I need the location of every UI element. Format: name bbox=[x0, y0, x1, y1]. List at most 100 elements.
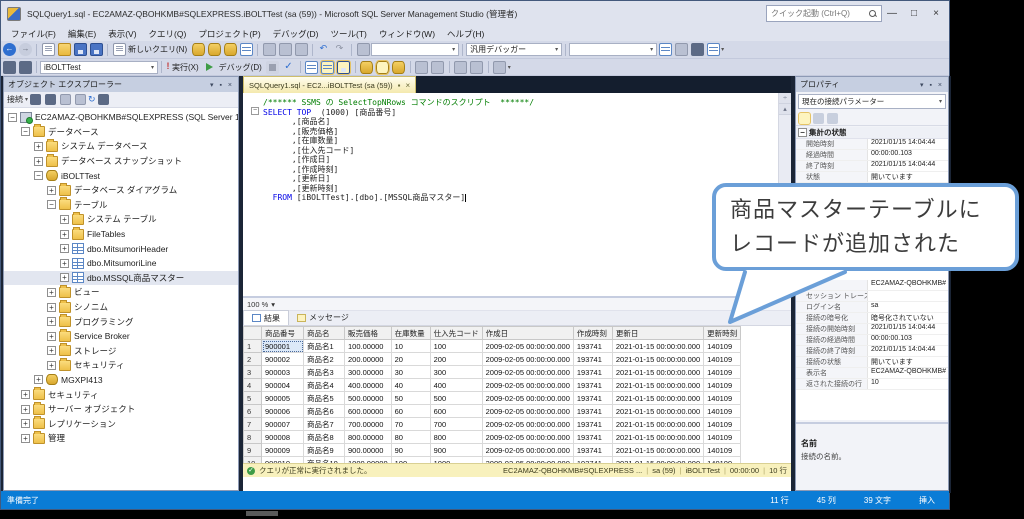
grid-cell[interactable]: 2021-01-15 00:00:00.000 bbox=[612, 444, 703, 457]
grid-cell[interactable]: 500.00000 bbox=[345, 392, 392, 405]
grid-cell[interactable]: 2021-01-15 00:00:00.000 bbox=[612, 418, 703, 431]
tree-expander-icon[interactable]: + bbox=[21, 419, 30, 428]
grid-row[interactable]: 7900007商品名7700.00000707002009-02-05 00:0… bbox=[244, 418, 741, 431]
results-to-grid-icon[interactable] bbox=[321, 61, 334, 74]
toolbar-combo[interactable]: ▾ bbox=[371, 43, 459, 56]
menu-item-1[interactable]: 編集(E) bbox=[62, 28, 102, 40]
cut-icon[interactable] bbox=[263, 43, 276, 56]
grid-cell[interactable]: 140109 bbox=[704, 405, 741, 418]
indent-icon[interactable] bbox=[454, 61, 467, 74]
grid-row-number[interactable]: 4 bbox=[244, 379, 262, 392]
grid-cell[interactable]: 2021-01-15 00:00:00.000 bbox=[612, 431, 703, 444]
tab-results[interactable]: 結果 bbox=[243, 310, 289, 325]
grid-cell[interactable]: 100.00000 bbox=[345, 340, 392, 353]
grid-cell[interactable]: 193741 bbox=[573, 444, 612, 457]
grid-row-number[interactable]: 7 bbox=[244, 418, 262, 431]
grid-row[interactable]: 3900003商品名3300.00000303002009-02-05 00:0… bbox=[244, 366, 741, 379]
grid-cell[interactable]: 193741 bbox=[573, 379, 612, 392]
splitter-handle[interactable]: ÷ bbox=[779, 93, 791, 104]
tree-node[interactable]: −EC2AMAZ-QBOHKMB#SQLEXPRESS (SQL Server … bbox=[4, 110, 238, 125]
available-databases-combo[interactable]: iBOLTTest▾ bbox=[40, 61, 158, 74]
grid-cell[interactable]: 800 bbox=[430, 431, 482, 444]
grid-cell[interactable]: 商品名9 bbox=[304, 444, 345, 457]
grid-row-number[interactable]: 1 bbox=[244, 340, 262, 353]
refresh-icon[interactable]: ↻ bbox=[88, 94, 96, 105]
tree-node[interactable]: +サーバー オブジェクト bbox=[4, 402, 238, 417]
connect-db-icon[interactable] bbox=[3, 61, 16, 74]
grid-cell[interactable]: 140109 bbox=[704, 353, 741, 366]
pin-icon[interactable]: ▪ bbox=[398, 81, 401, 90]
save-all-icon[interactable] bbox=[90, 43, 103, 56]
grid-cell[interactable]: 140109 bbox=[704, 431, 741, 444]
new-db-query-icon[interactable] bbox=[192, 43, 205, 56]
tree-node[interactable]: +プログラミング bbox=[4, 314, 238, 329]
tree-node[interactable]: +データベース ダイアグラム bbox=[4, 183, 238, 198]
debug-button[interactable]: デバッグ(D) bbox=[219, 62, 262, 73]
tree-expander-icon[interactable]: + bbox=[60, 259, 69, 268]
new-project-icon[interactable] bbox=[42, 43, 55, 56]
redo-icon[interactable] bbox=[334, 43, 347, 56]
grid-column-header[interactable]: 仕入先コード bbox=[430, 327, 482, 340]
grid-row[interactable]: 2900002商品名2200.00000202002009-02-05 00:0… bbox=[244, 353, 741, 366]
grid-cell[interactable]: 140109 bbox=[704, 340, 741, 353]
title-bar[interactable]: SQLQuery1.sql - EC2AMAZ-QBOHKMB#SQLEXPRE… bbox=[1, 1, 949, 26]
snippets-icon[interactable] bbox=[392, 61, 405, 74]
minimize-button[interactable]: — bbox=[881, 1, 903, 26]
menu-item-3[interactable]: クエリ(Q) bbox=[143, 28, 193, 40]
menu-item-8[interactable]: ヘルプ(H) bbox=[441, 28, 490, 40]
script-icon[interactable] bbox=[98, 94, 109, 105]
categorized-icon[interactable] bbox=[799, 113, 810, 124]
tree-expander-icon[interactable]: + bbox=[60, 244, 69, 253]
grid-cell[interactable]: 2021-01-15 00:00:00.000 bbox=[612, 379, 703, 392]
grid-cell[interactable]: 2009-02-05 00:00:00.000 bbox=[482, 379, 573, 392]
quick-launch-input[interactable]: クイック起動 (Ctrl+Q) bbox=[766, 5, 882, 22]
grid-cell[interactable]: 90 bbox=[391, 444, 430, 457]
execute-button[interactable]: 実行(X) bbox=[172, 62, 199, 73]
grid-cell[interactable]: 400.00000 bbox=[345, 379, 392, 392]
grid-row[interactable]: 9900009商品名9900.00000909002009-02-05 00:0… bbox=[244, 444, 741, 457]
tree-expander-icon[interactable]: + bbox=[34, 375, 43, 384]
tree-expander-icon[interactable]: + bbox=[47, 346, 56, 355]
properties-object-combo[interactable]: 現在の接続パラメーター▾ bbox=[798, 94, 946, 109]
property-pages-icon[interactable] bbox=[827, 113, 838, 124]
grid-row[interactable]: 5900005商品名5500.00000505002009-02-05 00:0… bbox=[244, 392, 741, 405]
grid-cell[interactable]: 2009-02-05 00:00:00.000 bbox=[482, 405, 573, 418]
grid-cell[interactable]: 193741 bbox=[573, 353, 612, 366]
grid-cell[interactable]: 商品名4 bbox=[304, 379, 345, 392]
grid-cell[interactable]: 140109 bbox=[704, 379, 741, 392]
grid-cell[interactable]: 140109 bbox=[704, 444, 741, 457]
tree-expander-icon[interactable]: + bbox=[47, 361, 56, 370]
tree-expander-icon[interactable]: + bbox=[34, 157, 43, 166]
register-server-icon[interactable] bbox=[45, 94, 56, 105]
tree-expander-icon[interactable]: + bbox=[60, 230, 69, 239]
connect-button[interactable]: 接続 bbox=[7, 94, 23, 105]
grid-cell[interactable]: 50 bbox=[391, 392, 430, 405]
debug-icon[interactable] bbox=[203, 61, 216, 74]
grid-column-header[interactable]: 販売価格 bbox=[345, 327, 392, 340]
grid-row-number[interactable]: 2 bbox=[244, 353, 262, 366]
grid-cell[interactable]: 2021-01-15 00:00:00.000 bbox=[612, 405, 703, 418]
grid-column-header[interactable]: 商品名 bbox=[304, 327, 345, 340]
window-icon[interactable] bbox=[707, 43, 720, 56]
grid-cell[interactable]: 900003 bbox=[262, 366, 304, 379]
grid-cell[interactable]: 300 bbox=[430, 366, 482, 379]
grid-column-header[interactable]: 作成時刻 bbox=[573, 327, 612, 340]
grid-cell[interactable]: 400 bbox=[430, 379, 482, 392]
grid-cell[interactable]: 900005 bbox=[262, 392, 304, 405]
grid-cell[interactable]: 2009-02-05 00:00:00.000 bbox=[482, 418, 573, 431]
grid-cell[interactable]: 193741 bbox=[573, 392, 612, 405]
paste-icon[interactable] bbox=[295, 43, 308, 56]
grid-cell[interactable]: 800.00000 bbox=[345, 431, 392, 444]
grid-row-number[interactable]: 9 bbox=[244, 444, 262, 457]
property-row[interactable]: 状態開いています bbox=[796, 172, 948, 183]
grid-cell[interactable]: 600 bbox=[430, 405, 482, 418]
grid-cell[interactable]: 900008 bbox=[262, 431, 304, 444]
tree-node[interactable]: +Service Broker bbox=[4, 329, 238, 344]
stop-icon[interactable] bbox=[60, 94, 71, 105]
grid-column-header[interactable]: 更新日 bbox=[612, 327, 703, 340]
dock-title-buttons[interactable]: ▾ ▪ × bbox=[210, 81, 234, 89]
property-row[interactable]: 表示名EC2AMAZ-QBOHKMB# bbox=[796, 368, 948, 379]
grid-cell[interactable]: 商品名1 bbox=[304, 340, 345, 353]
grid-row[interactable]: 4900004商品名4400.00000404002009-02-05 00:0… bbox=[244, 379, 741, 392]
tree-node[interactable]: +システム テーブル bbox=[4, 212, 238, 227]
